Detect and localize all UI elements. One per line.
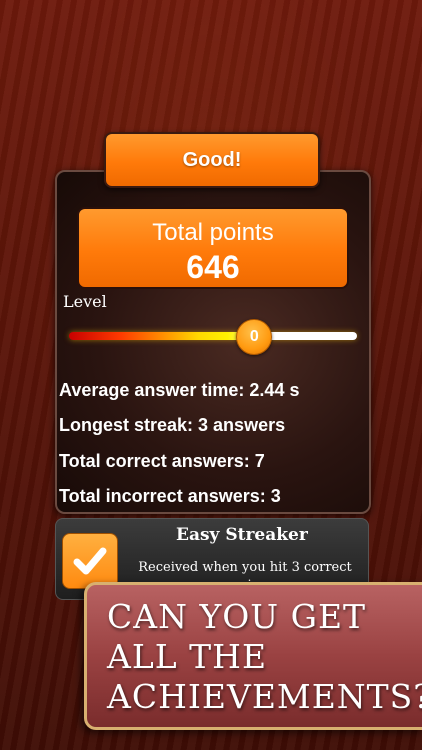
- achievement-title: Easy Streaker: [176, 525, 308, 545]
- checkmark-icon: [62, 533, 118, 589]
- promo-line-1: CAN YOU GET: [107, 597, 367, 636]
- level-indicator: 0: [236, 319, 273, 355]
- total-points-value: 646: [186, 249, 240, 285]
- promo-line-3: ACHIEVEMENTS?: [107, 677, 422, 716]
- level-label: Level: [63, 292, 107, 311]
- total-points-box: Total points 646: [77, 207, 349, 289]
- result-rating-tab: Good!: [104, 132, 320, 188]
- stat-longest-streak: Longest streak: 3 answers: [59, 415, 286, 435]
- stat-average-answer-time: Average answer time: 2.44 s: [59, 380, 300, 400]
- stat-total-correct: Total correct answers: 7: [59, 451, 265, 471]
- total-points-label: Total points: [152, 219, 274, 246]
- promo-text: CAN YOU GET ALL THE ACHIEVEMENTS?: [107, 597, 422, 717]
- stat-total-incorrect: Total incorrect answers: 3: [59, 486, 281, 506]
- level-bar: [69, 332, 357, 340]
- promo-line-2: ALL THE: [107, 637, 268, 676]
- promo-banner: CAN YOU GET ALL THE ACHIEVEMENTS?: [84, 582, 422, 730]
- results-panel: Total points 646 Level 0 Average answer …: [55, 170, 371, 514]
- result-rating-label: Good!: [182, 148, 242, 171]
